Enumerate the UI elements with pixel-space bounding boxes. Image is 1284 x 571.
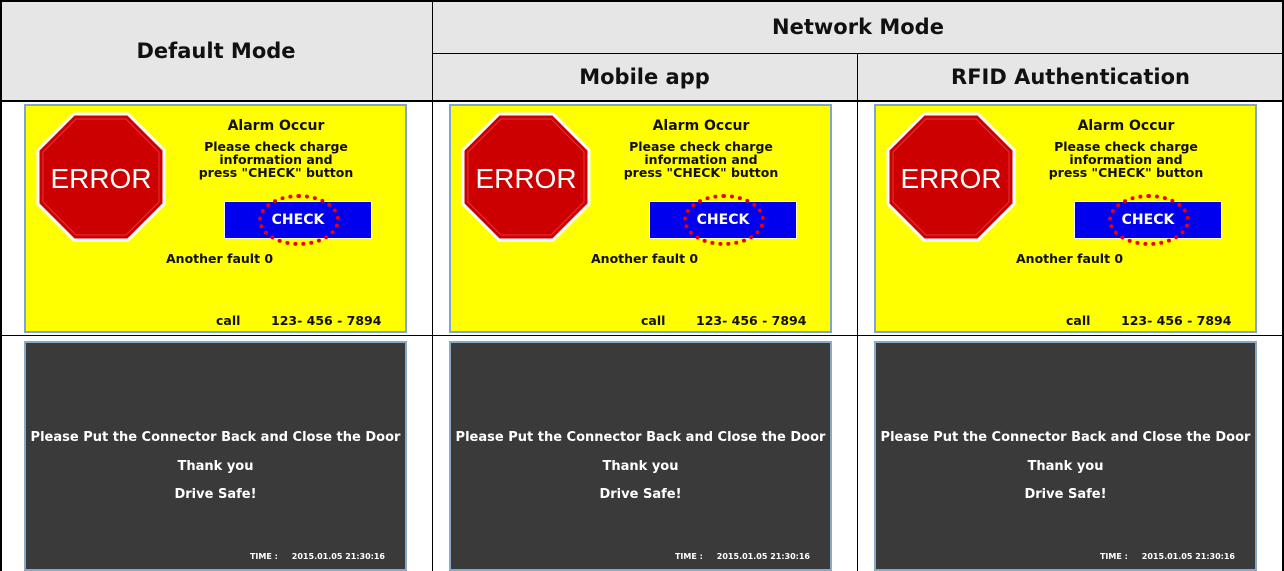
header-default-mode: Default Mode <box>0 0 432 101</box>
error-screen-rfid: ERROR Alarm Occur Please check charge in… <box>874 104 1257 333</box>
border-row-mid <box>0 335 1284 336</box>
time-label: TIME : <box>674 552 703 561</box>
header-rfid: RFID Authentication <box>857 53 1284 101</box>
message-line-3: press "CHECK" button <box>1048 165 1204 180</box>
stop-sign-icon: ERROR <box>461 112 591 242</box>
border-header-mid <box>432 53 1284 54</box>
phone-number: 123- 456 - 7894 <box>1121 313 1232 328</box>
message-line-3: press "CHECK" button <box>198 165 354 180</box>
time-value: 2015.01.05 21:30:16 <box>1141 552 1235 561</box>
call-label: call <box>641 313 666 328</box>
time-label: TIME : <box>1099 552 1128 561</box>
time-label: TIME : <box>249 552 278 561</box>
door-message-line-2: Thank you <box>1027 459 1104 474</box>
message-line-3: press "CHECK" button <box>623 165 779 180</box>
phone-number: 123- 456 - 7894 <box>696 313 807 328</box>
border-top <box>0 0 1284 2</box>
border-col2 <box>857 53 858 571</box>
phone-number: 123- 456 - 7894 <box>271 313 382 328</box>
time-value: 2015.01.05 21:30:16 <box>291 552 385 561</box>
door-screen-default: Please Put the Connector Back and Close … <box>24 341 407 571</box>
alarm-message: Please check charge information and pres… <box>601 140 801 179</box>
time-display: TIME : 2015.01.05 21:30:16 <box>661 552 810 561</box>
header-rfid-label: RFID Authentication <box>951 65 1190 89</box>
border-left <box>0 0 2 571</box>
alarm-title: Alarm Occur <box>227 118 325 134</box>
door-message-line-3: Drive Safe! <box>599 487 682 502</box>
time-display: TIME : 2015.01.05 21:30:16 <box>236 552 385 561</box>
header-network-mode-label: Network Mode <box>772 14 944 39</box>
door-screen-mobile: Please Put the Connector Back and Close … <box>449 341 832 571</box>
stop-sign-icon: ERROR <box>886 112 1016 242</box>
alarm-title: Alarm Occur <box>1077 118 1175 134</box>
stop-sign-text: ERROR <box>475 163 576 194</box>
check-button[interactable]: CHECK <box>649 201 797 239</box>
another-fault-text: Another fault 0 <box>1016 251 1124 266</box>
error-screen-mobile: ERROR Alarm Occur Please check charge in… <box>449 104 832 333</box>
stop-sign-text: ERROR <box>50 163 151 194</box>
comparison-table: Default Mode Network Mode Mobile app RFI… <box>0 0 1284 571</box>
door-message-line-1: Please Put the Connector Back and Close … <box>455 430 826 445</box>
call-label: call <box>1066 313 1091 328</box>
header-network-mode: Network Mode <box>432 0 1284 53</box>
call-label: call <box>216 313 241 328</box>
door-message-line-2: Thank you <box>177 459 254 474</box>
another-fault-text: Another fault 0 <box>166 251 274 266</box>
check-button[interactable]: CHECK <box>224 201 372 239</box>
time-value: 2015.01.05 21:30:16 <box>716 552 810 561</box>
alarm-message: Please check charge information and pres… <box>1026 140 1226 179</box>
border-col1 <box>432 0 433 571</box>
time-display: TIME : 2015.01.05 21:30:16 <box>1086 552 1235 561</box>
door-message-line-3: Drive Safe! <box>174 487 257 502</box>
alarm-title: Alarm Occur <box>652 118 750 134</box>
stop-sign-icon: ERROR <box>36 112 166 242</box>
door-message-line-2: Thank you <box>602 459 679 474</box>
border-header-bottom <box>0 100 1284 102</box>
door-message-line-1: Please Put the Connector Back and Close … <box>30 430 401 445</box>
another-fault-text: Another fault 0 <box>591 251 699 266</box>
door-screen-rfid: Please Put the Connector Back and Close … <box>874 341 1257 571</box>
header-mobile-app-label: Mobile app <box>579 65 710 89</box>
door-message-line-3: Drive Safe! <box>1024 487 1107 502</box>
stop-sign-text: ERROR <box>900 163 1001 194</box>
door-message-line-1: Please Put the Connector Back and Close … <box>880 430 1251 445</box>
header-default-mode-label: Default Mode <box>136 38 296 63</box>
header-mobile-app: Mobile app <box>432 53 857 101</box>
alarm-message: Please check charge information and pres… <box>176 140 376 179</box>
check-button[interactable]: CHECK <box>1074 201 1222 239</box>
error-screen-default: ERROR Alarm Occur Please check charge in… <box>24 104 407 333</box>
